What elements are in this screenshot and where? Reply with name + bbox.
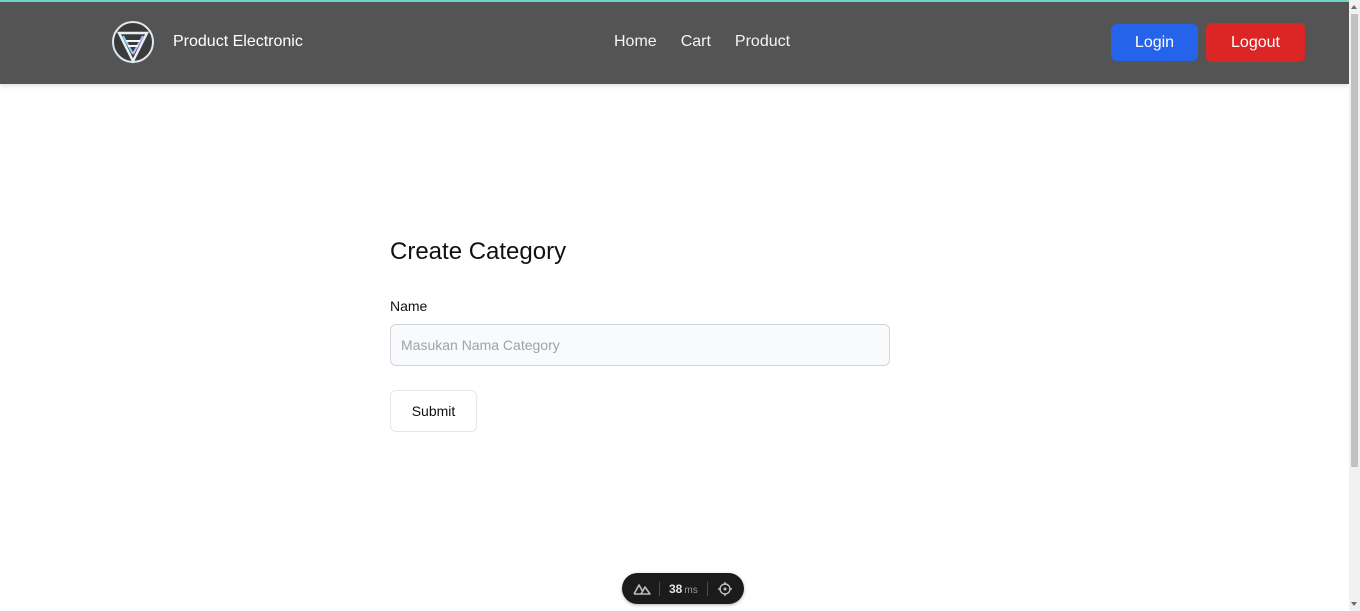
page-title: Create Category — [390, 238, 567, 265]
nav-link-product[interactable]: Product — [735, 33, 790, 51]
scroll-down-arrow-icon[interactable] — [1351, 602, 1357, 606]
category-name-input[interactable] — [390, 324, 890, 366]
crosshair-icon[interactable] — [708, 581, 742, 596]
submit-button[interactable]: Submit — [390, 390, 477, 432]
brand[interactable]: Product Electronic — [111, 19, 303, 65]
render-time-unit: ms — [684, 584, 698, 596]
page-scrollbar[interactable] — [1349, 0, 1360, 611]
brand-name: Product Electronic — [173, 33, 303, 50]
nav-link-home[interactable]: Home — [614, 33, 657, 51]
nuxt-icon[interactable] — [622, 583, 659, 595]
logout-button[interactable]: Logout — [1206, 23, 1305, 62]
render-time[interactable]: 38 ms — [660, 582, 707, 596]
main-nav: Home Cart Product — [614, 33, 790, 51]
render-time-value: 38 — [669, 581, 683, 596]
navbar: Product Electronic Home Cart Product Log… — [0, 2, 1349, 84]
brand-logo-icon — [112, 21, 154, 64]
scrollbar-thumb[interactable] — [1351, 14, 1358, 467]
devtools-toolbar[interactable]: 38 ms — [622, 573, 744, 604]
name-label: Name — [390, 298, 428, 314]
scroll-up-arrow-icon[interactable] — [1351, 5, 1357, 9]
login-button[interactable]: Login — [1111, 24, 1198, 61]
nav-link-cart[interactable]: Cart — [681, 33, 711, 51]
